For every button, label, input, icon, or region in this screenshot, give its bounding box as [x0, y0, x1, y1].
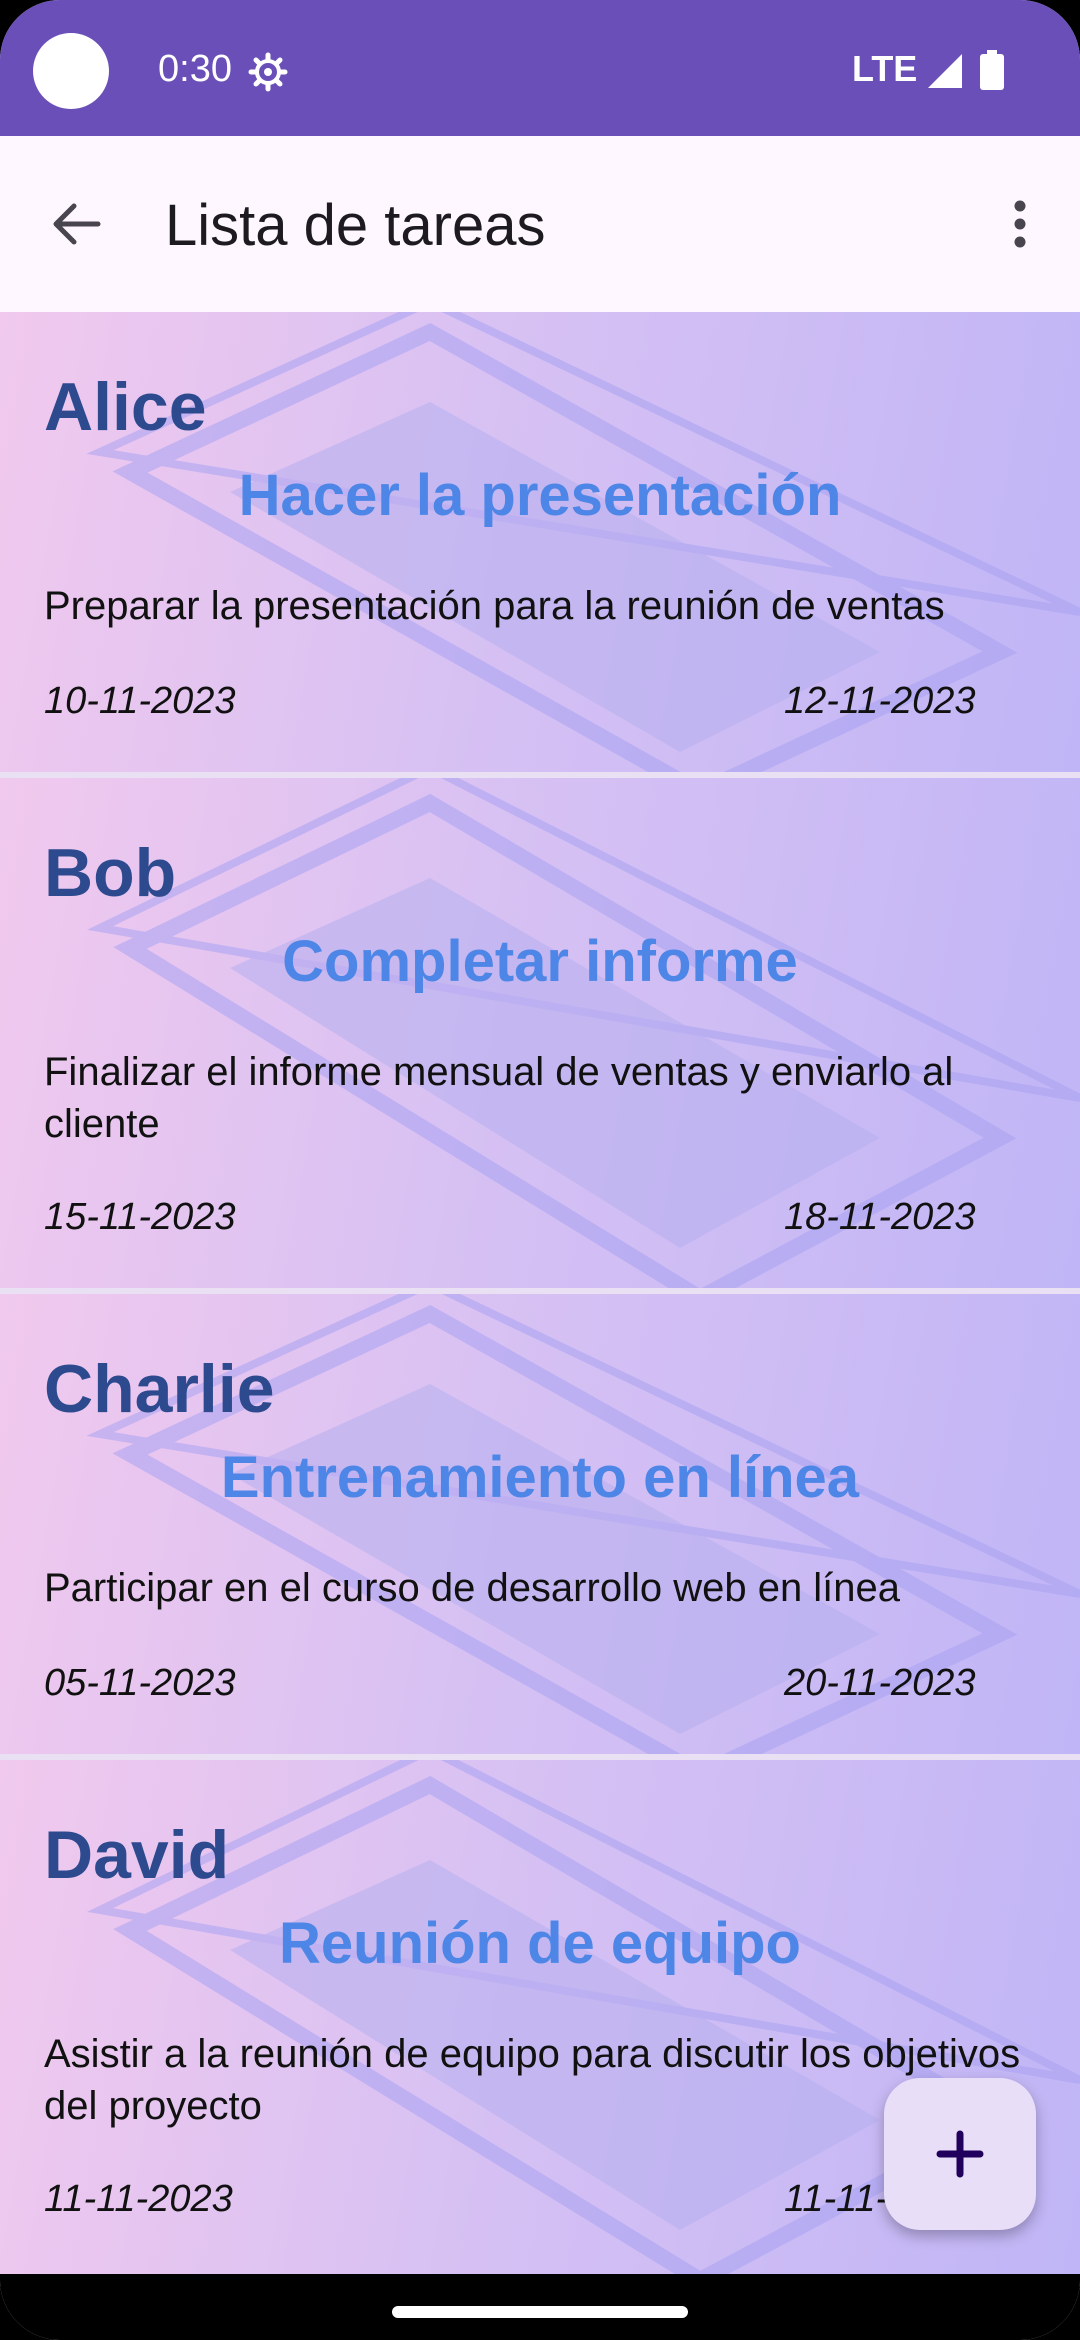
task-title: Completar informe [282, 929, 798, 994]
battery-icon [980, 50, 1004, 90]
network-type: LTE [852, 48, 918, 89]
task-card[interactable]: Bob Completar informe Finalizar el infor… [0, 778, 1080, 1288]
camera-cutout [33, 33, 109, 109]
task-description: Preparar la presentación para la reunión… [44, 584, 945, 628]
task-description: Finalizar el informe mensual de ventas y… [44, 1050, 954, 1146]
end-date: 20-11-2023 [784, 1662, 976, 1704]
plus-icon [936, 2130, 984, 2178]
start-date: 05-11-2023 [44, 1662, 236, 1704]
end-date: 18-11-2023 [784, 1196, 976, 1238]
start-date: 10-11-2023 [44, 680, 236, 722]
signal-icon [928, 54, 962, 88]
navigation-bar [0, 2274, 1080, 2340]
end-date: 12-11-2023 [784, 680, 976, 722]
task-description: Participar en el curso de desarrollo web… [44, 1566, 901, 1610]
top-app-bar: Lista de tareas [0, 136, 1080, 312]
start-date: 11-11-2023 [44, 2178, 233, 2220]
status-time: 0:30 [158, 48, 232, 90]
status-bar: 0:30 LTE [0, 0, 1080, 136]
start-date: 15-11-2023 [44, 1196, 236, 1238]
task-list[interactable]: Alice Hacer la presentación Preparar la … [0, 312, 1080, 2274]
assignee-name: Charlie [44, 1351, 275, 1427]
task-card[interactable]: Charlie Entrenamiento en línea Participa… [0, 1294, 1080, 1754]
screen: 0:30 LTE Lista de tareas Alice Hacer la … [0, 0, 1080, 2340]
home-gesture-handle[interactable] [392, 2306, 688, 2318]
task-title: Hacer la presentación [238, 463, 842, 528]
page-title: Lista de tareas [165, 193, 546, 258]
assignee-name: Alice [44, 369, 207, 445]
add-task-button[interactable] [884, 2078, 1036, 2230]
arrow-back-icon[interactable] [44, 192, 108, 256]
settings-icon [248, 52, 288, 92]
assignee-name: Bob [44, 835, 177, 911]
task-title: Entrenamiento en línea [220, 1445, 860, 1510]
task-title: Reunión de equipo [279, 1911, 801, 1976]
task-card[interactable]: Alice Hacer la presentación Preparar la … [0, 312, 1080, 772]
more-vert-icon[interactable] [1000, 192, 1040, 256]
assignee-name: David [44, 1817, 230, 1893]
